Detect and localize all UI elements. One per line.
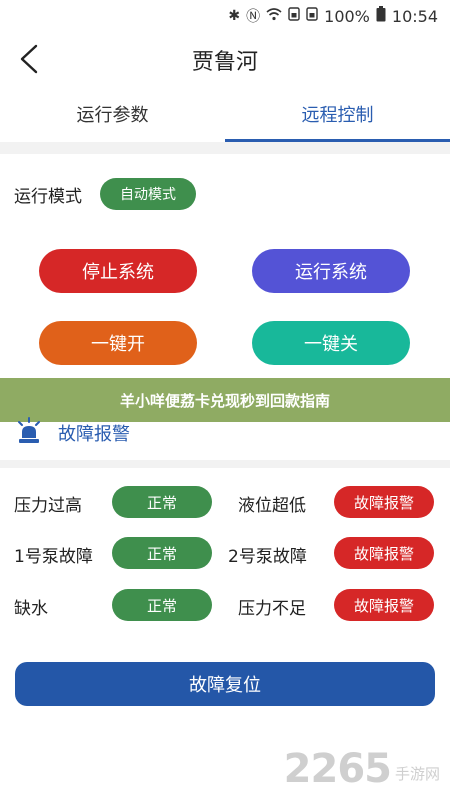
nfc-icon: Ⓝ xyxy=(246,9,261,25)
mode-label: 运行模式 xyxy=(14,186,82,207)
fault-reset-button[interactable]: 故障复位 xyxy=(15,662,435,706)
page-title: 贾鲁河 xyxy=(191,50,258,75)
app-header: 贾鲁河 xyxy=(0,32,450,86)
status-bar: ✱ Ⓝ 100% 10:54 xyxy=(0,0,450,32)
alarm-label-pressure-high: 压力过高 xyxy=(14,496,82,516)
run-system-button[interactable]: 运行系统 xyxy=(252,249,410,293)
wifi-icon xyxy=(266,7,282,25)
sim-icon xyxy=(288,7,300,25)
mode-badge: 自动模式 xyxy=(100,178,196,210)
status-pill-ok: 正常 xyxy=(112,537,212,569)
section-divider-2 xyxy=(0,460,450,468)
tab-run-params[interactable]: 运行参数 xyxy=(0,86,225,142)
siren-icon xyxy=(14,416,44,450)
clock: 10:54 xyxy=(391,6,438,26)
status-pill-ok: 正常 xyxy=(112,486,212,518)
mode-row: 运行模式 自动模式 xyxy=(14,178,196,210)
watermark-number: 2265 xyxy=(283,746,392,792)
alarm-title: 故障报警 xyxy=(58,424,130,445)
bluetooth-icon: ✱ xyxy=(228,8,241,24)
section-divider xyxy=(0,142,450,154)
alarm-section-header: 故障报警 xyxy=(14,416,130,450)
battery-percent: 100% xyxy=(324,6,370,26)
watermark-logo: 2265 手游网 xyxy=(284,746,440,792)
status-pill-fault: 故障报警 xyxy=(334,537,434,569)
tab-bar: 运行参数 远程控制 xyxy=(0,86,450,142)
sim2-icon xyxy=(306,7,318,25)
watermark-site: 手游网 xyxy=(394,765,440,783)
alarm-label-pump1-fault: 1号泵故障 xyxy=(14,547,93,567)
status-pill-fault: 故障报警 xyxy=(334,486,434,518)
battery-icon xyxy=(376,6,386,26)
status-pill-ok: 正常 xyxy=(112,589,212,621)
alarm-label-pressure-low: 压力不足 xyxy=(238,599,306,619)
stop-system-button[interactable]: 停止系统 xyxy=(39,249,197,293)
status-pill-fault: 故障报警 xyxy=(334,589,434,621)
alarm-label-level-low: 液位超低 xyxy=(238,496,306,516)
one-key-off-button[interactable]: 一键关 xyxy=(252,321,410,365)
alarm-label-pump2-fault: 2号泵故障 xyxy=(228,547,307,567)
tab-remote-control[interactable]: 远程控制 xyxy=(225,86,450,142)
one-key-on-button[interactable]: 一键开 xyxy=(39,321,197,365)
alarm-label-no-water: 缺水 xyxy=(14,599,48,619)
